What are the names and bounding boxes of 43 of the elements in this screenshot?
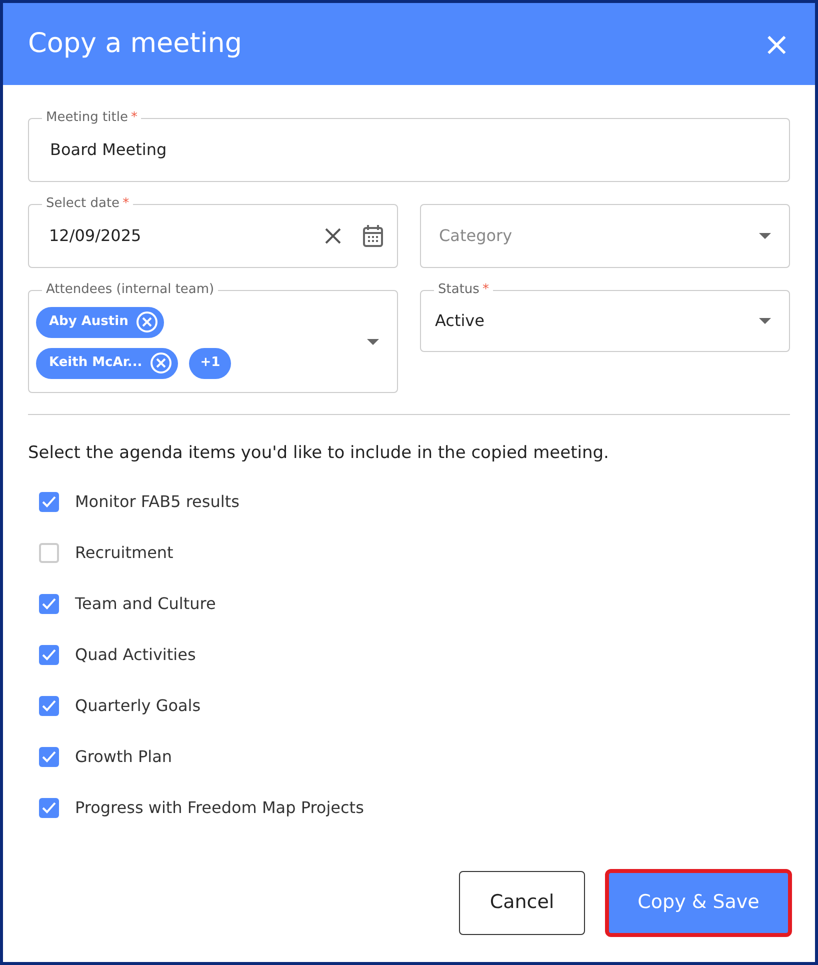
chip-label: Keith McAr... (49, 354, 142, 372)
agenda-item-label: Progress with Freedom Map Projects (75, 797, 364, 819)
required-mark: * (130, 110, 138, 126)
copy-save-button[interactable]: Copy & Save (607, 870, 790, 934)
close-button[interactable]: × (763, 28, 790, 60)
checkbox[interactable] (39, 747, 59, 767)
field-label: Meeting title (46, 110, 128, 126)
field-value: Board Meeting (50, 139, 167, 161)
instruction-text: Select the agenda items you'd like to include in the copied meeting. (28, 442, 610, 465)
dropdown-caret-icon[interactable] (759, 233, 771, 239)
checkbox[interactable] (39, 492, 59, 512)
calendar-icon[interactable] (363, 225, 383, 247)
agenda-item-label: Growth Plan (75, 746, 172, 768)
dropdown-caret-icon[interactable] (759, 318, 771, 324)
checkbox[interactable] (39, 696, 59, 716)
attendee-chip[interactable]: Aby Austin (36, 306, 164, 338)
required-mark: * (122, 196, 130, 212)
remove-icon[interactable] (150, 352, 172, 374)
agenda-item-label: Team and Culture (75, 593, 216, 615)
field-value: Active (435, 310, 484, 332)
dropdown-caret-icon[interactable] (367, 338, 379, 344)
checkbox[interactable] (39, 645, 59, 665)
attendee-chip[interactable]: Keith McAr... (36, 348, 178, 378)
more-count-badge[interactable]: +1 (189, 348, 232, 378)
category-select[interactable]: Category (420, 204, 790, 268)
field-value: 12/09/2025 (49, 225, 142, 247)
field-label: Attendees (internal team) (46, 282, 214, 298)
required-mark: * (482, 282, 489, 298)
checkbox[interactable] (39, 798, 59, 818)
agenda-item-label: Recruitment (75, 542, 174, 564)
field-label: Status (438, 282, 480, 298)
remove-icon[interactable] (136, 311, 158, 333)
checkbox[interactable] (39, 594, 59, 614)
cancel-button[interactable]: Cancel (459, 870, 585, 934)
field-label: Select date (46, 196, 120, 212)
agenda-item-label: Quad Activities (75, 644, 196, 666)
chip-label: Aby Austin (49, 313, 128, 332)
dialog-title: Copy a meeting (28, 26, 242, 61)
agenda-item-label: Quarterly Goals (75, 695, 201, 717)
checkbox[interactable] (39, 543, 59, 563)
agenda-item-label: Monitor FAB5 results (75, 491, 240, 513)
select-placeholder: Category (439, 225, 512, 247)
clear-icon[interactable] (325, 228, 341, 244)
